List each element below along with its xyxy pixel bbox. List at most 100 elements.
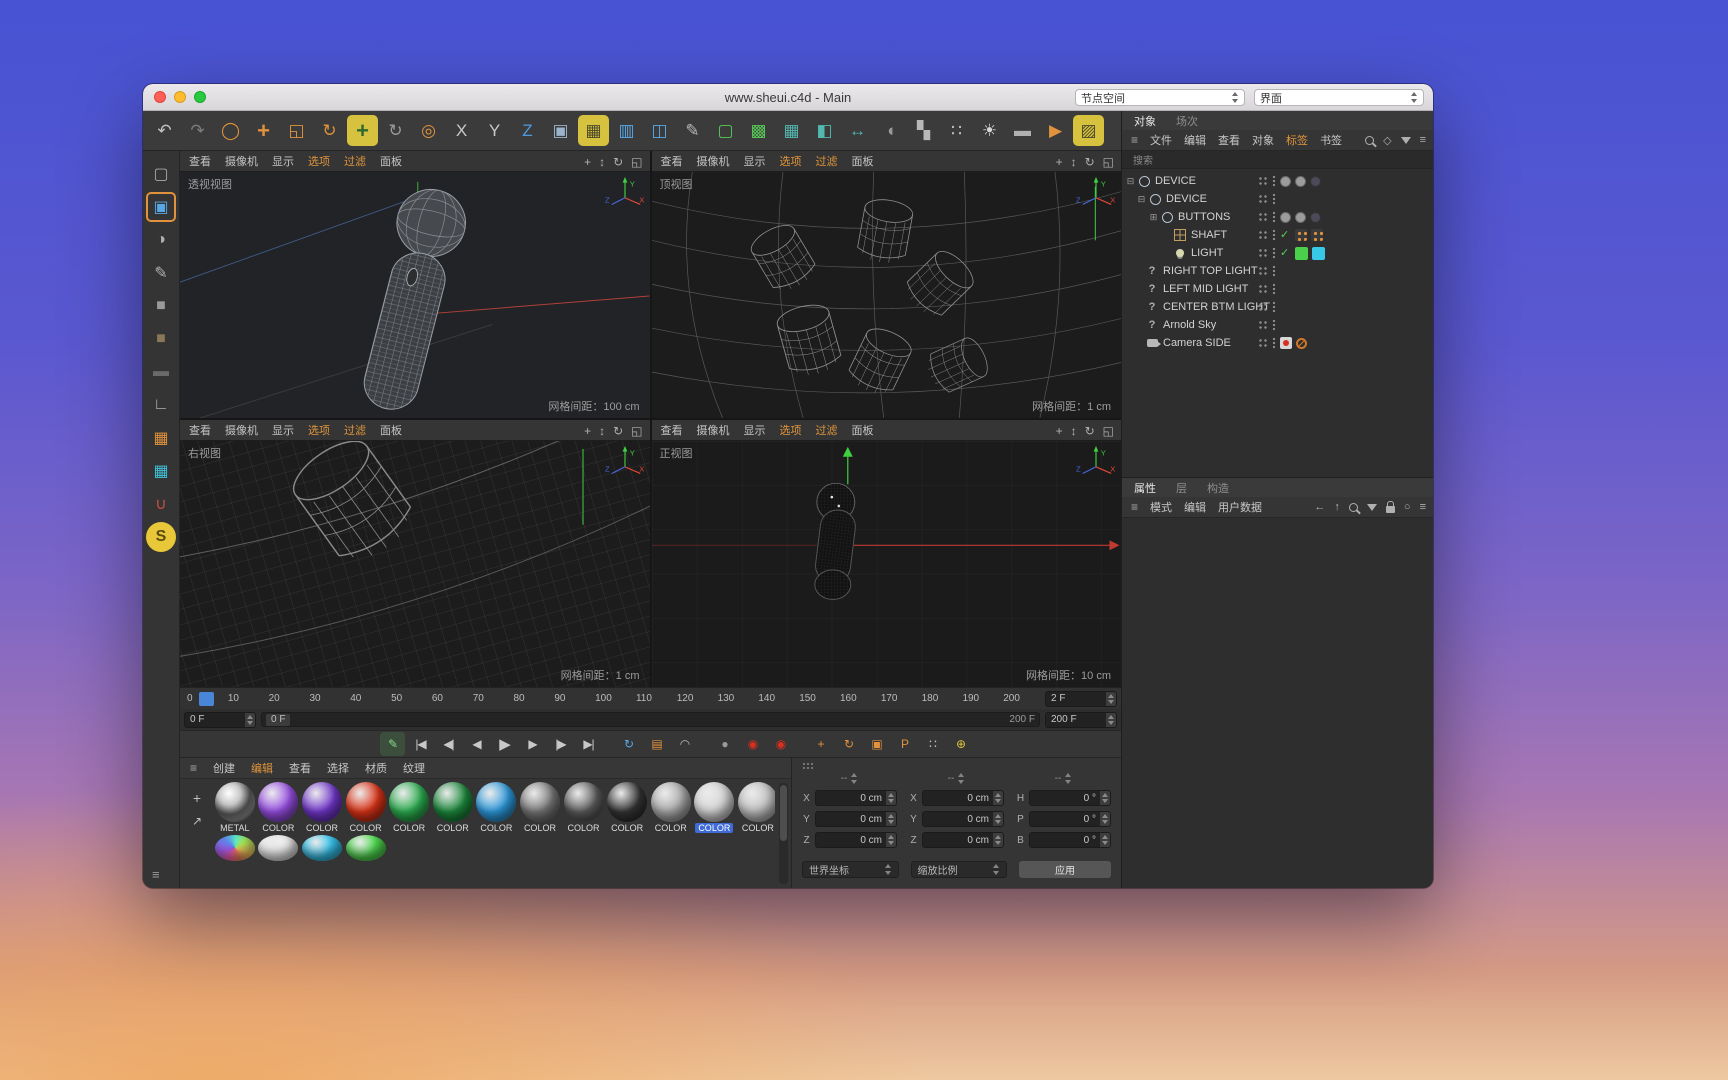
timeline-tick[interactable]: 120 bbox=[674, 693, 715, 704]
menu-item[interactable]: 标签 bbox=[1286, 132, 1308, 148]
material-item[interactable]: COLOR bbox=[300, 782, 344, 833]
stepper-icon[interactable] bbox=[245, 713, 255, 727]
workplane-icon[interactable]: ▦ bbox=[578, 115, 609, 146]
workplane-edge-icon[interactable]: ▨ bbox=[1073, 115, 1104, 146]
material-item[interactable]: COLOR bbox=[649, 782, 693, 833]
timeline-tick[interactable]: 170 bbox=[878, 693, 919, 704]
object-search-row[interactable]: 搜索 bbox=[1122, 151, 1433, 169]
titlebar[interactable]: www.sheui.c4d - Main 节点空间 界面 bbox=[143, 84, 1433, 111]
stepper-icon[interactable] bbox=[1100, 812, 1110, 826]
timeline-tick[interactable]: 130 bbox=[715, 693, 756, 704]
rotate-band-tool[interactable]: ◎ bbox=[413, 115, 444, 146]
object-row[interactable]: RIGHT TOP LIGHT bbox=[1122, 262, 1433, 280]
coordinate-field[interactable]: 0 cm bbox=[922, 811, 1004, 827]
autokey-red-button[interactable]: ◉ bbox=[740, 732, 765, 756]
load-material-icon[interactable]: ↗ bbox=[192, 814, 202, 828]
circle-gray-tag[interactable] bbox=[1295, 212, 1306, 223]
last-used-tool[interactable]: ↻ bbox=[380, 115, 411, 146]
object-row[interactable]: Camera SIDE bbox=[1122, 334, 1433, 352]
timeline-tick[interactable]: 60 bbox=[429, 693, 470, 704]
maximize-view-icon[interactable]: ◱ bbox=[631, 424, 642, 438]
palette-menu-icon[interactable]: ≡ bbox=[152, 867, 160, 882]
timeline-tick[interactable]: 150 bbox=[796, 693, 837, 704]
menu-item[interactable]: 面板 bbox=[380, 153, 402, 169]
menu-item[interactable]: 选项 bbox=[780, 153, 802, 169]
filter-icon[interactable] bbox=[1401, 137, 1411, 144]
autokey-film-icon[interactable]: ✎ bbox=[380, 732, 405, 756]
menu-item[interactable]: 文件 bbox=[1150, 132, 1172, 148]
goto-start-button[interactable]: |◀ bbox=[408, 732, 433, 756]
undo-icon[interactable]: ↶ bbox=[149, 115, 180, 146]
grip-icon[interactable] bbox=[802, 762, 814, 770]
object-row[interactable]: ⊟ DEVICE bbox=[1122, 190, 1433, 208]
rotate-view-icon[interactable]: ↻ bbox=[613, 424, 623, 438]
expander-icon[interactable]: ⊟ bbox=[1135, 194, 1148, 205]
expander-icon[interactable]: ⊟ bbox=[1124, 176, 1137, 187]
menu-item[interactable]: 摄像机 bbox=[225, 422, 258, 438]
timeline-tick[interactable]: 80 bbox=[511, 693, 552, 704]
menu-item[interactable]: 摄像机 bbox=[697, 422, 730, 438]
key-position-button[interactable]: + bbox=[808, 732, 833, 756]
back-icon[interactable]: ← bbox=[1314, 501, 1325, 513]
sound-toggle-button[interactable]: ◠ bbox=[672, 732, 697, 756]
material-item[interactable]: COLOR bbox=[344, 782, 388, 833]
check-tag[interactable] bbox=[1280, 246, 1291, 260]
zoom-button[interactable] bbox=[194, 91, 206, 103]
menu-item[interactable]: 面板 bbox=[852, 153, 874, 169]
cloth-grid-icon[interactable]: ▦ bbox=[146, 423, 176, 453]
redo-icon[interactable]: ↷ bbox=[182, 115, 213, 146]
material-item[interactable]: COLOR bbox=[736, 782, 775, 833]
object-name[interactable]: CENTER BTM LIGHT bbox=[1163, 301, 1270, 313]
menu-item[interactable]: 显示 bbox=[744, 153, 766, 169]
next-frame-button[interactable]: ▶ bbox=[520, 732, 545, 756]
titlebar-dropdown[interactable]: 节点空间 bbox=[1075, 89, 1245, 106]
material-sphere[interactable] bbox=[433, 782, 473, 822]
material-sphere[interactable] bbox=[651, 782, 691, 822]
circle-dark-tag[interactable] bbox=[1310, 176, 1321, 187]
menu-item[interactable]: 摄像机 bbox=[697, 153, 730, 169]
viewport-canvas[interactable]: 透视视图 网格间距：100 cm bbox=[180, 172, 650, 418]
rotate-view-icon[interactable]: ↻ bbox=[613, 155, 623, 169]
menu-item[interactable]: 过滤 bbox=[344, 422, 366, 438]
texture-tag[interactable] bbox=[1311, 229, 1323, 241]
coordinate-field[interactable]: 0 ° bbox=[1029, 832, 1111, 848]
material-sphere[interactable] bbox=[215, 782, 255, 822]
rotate-view-icon[interactable]: ↻ bbox=[1085, 155, 1095, 169]
handle-tag[interactable] bbox=[1272, 247, 1276, 259]
end-frame-field[interactable]: 200 F bbox=[1045, 712, 1117, 728]
dots-tag[interactable] bbox=[1258, 338, 1268, 348]
sketch-icon[interactable]: ✎ bbox=[677, 115, 708, 146]
dots-tag[interactable] bbox=[1258, 176, 1268, 186]
panel-menu-icon[interactable]: ≡ bbox=[1420, 134, 1426, 146]
render-settings-icon[interactable]: ◫ bbox=[644, 115, 675, 146]
prev-key-button[interactable]: ◀| bbox=[436, 732, 461, 756]
material-sphere[interactable] bbox=[607, 782, 647, 822]
object-row[interactable]: Arnold Sky bbox=[1122, 316, 1433, 334]
timeline-tick[interactable]: 20 bbox=[266, 693, 307, 704]
material-item[interactable] bbox=[344, 835, 388, 861]
next-key-button[interactable]: |▶ bbox=[548, 732, 573, 756]
dots-tag[interactable] bbox=[1258, 266, 1268, 276]
points-mode-icon[interactable]: ▦ bbox=[776, 115, 807, 146]
pan-view-icon[interactable]: + bbox=[584, 155, 591, 169]
record-active-objects-button[interactable]: ◉ bbox=[768, 732, 793, 756]
timeline-tick[interactable]: 30 bbox=[306, 693, 347, 704]
menu-item[interactable]: 选项 bbox=[308, 153, 330, 169]
object-name[interactable]: DEVICE bbox=[1166, 193, 1207, 205]
viewport-canvas[interactable]: 右视图 网格间距：1 cm bbox=[180, 441, 650, 687]
texture-tag[interactable] bbox=[1295, 229, 1307, 241]
handle-tag[interactable] bbox=[1272, 301, 1276, 313]
titlebar-dropdown[interactable]: 界面 bbox=[1254, 89, 1424, 106]
texture-checker-icon[interactable]: ▚ bbox=[908, 115, 939, 146]
lock-y-axis[interactable]: Y bbox=[479, 115, 510, 146]
stepper-icon[interactable] bbox=[993, 791, 1003, 805]
timeline-tick[interactable]: 200 bbox=[1000, 693, 1041, 704]
circle-gray-tag[interactable] bbox=[1280, 176, 1291, 187]
object-row[interactable]: LIGHT bbox=[1122, 244, 1433, 262]
object-name[interactable]: BUTTONS bbox=[1178, 211, 1230, 223]
circle-dark-tag[interactable] bbox=[1310, 212, 1321, 223]
material-scrollbar[interactable] bbox=[779, 783, 788, 884]
panel-tab[interactable]: 属性 bbox=[1134, 480, 1156, 496]
menu-item[interactable]: 书签 bbox=[1320, 132, 1342, 148]
coordinate-field[interactable]: 0 ° bbox=[1029, 811, 1111, 827]
